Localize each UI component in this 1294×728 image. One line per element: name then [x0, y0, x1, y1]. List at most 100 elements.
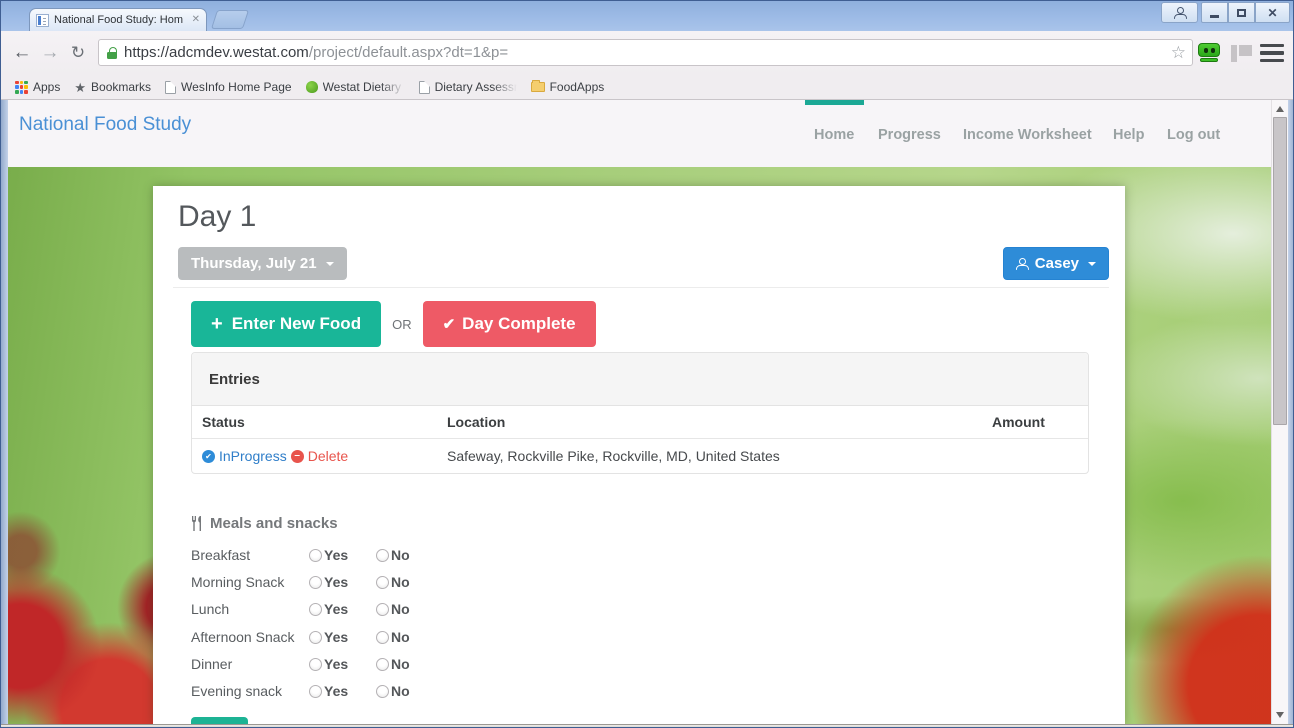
window-frame-left — [1, 100, 8, 724]
minimize-icon — [1210, 15, 1219, 18]
meal-row-lunch: Lunch Yes No — [191, 601, 410, 618]
bookmark-star-icon[interactable]: ☆ — [1171, 43, 1186, 63]
tab-favicon-icon — [36, 13, 49, 27]
entries-panel: Entries Status Location Amount ✔ InProgr… — [191, 352, 1089, 474]
star-icon: ★ — [74, 79, 87, 95]
chevron-down-icon — [325, 261, 334, 266]
meals-section-title: Meals and snacks — [191, 515, 338, 532]
date-dropdown-button[interactable]: Thursday, July 21 — [178, 247, 347, 280]
page-icon — [165, 80, 177, 94]
meal-row-breakfast: Breakfast Yes No — [191, 547, 410, 563]
title-bar: National Food Study: Hom ✕ ✕ — [1, 1, 1293, 31]
plus-icon: + — [211, 312, 223, 335]
column-amount: Amount — [992, 414, 1045, 430]
radio-breakfast-yes[interactable] — [309, 549, 322, 562]
check-circle-icon: ✔ — [202, 449, 215, 463]
radio-morning-snack-yes[interactable] — [309, 576, 322, 590]
back-button[interactable]: ← — [9, 40, 35, 66]
radio-dinner-yes[interactable] — [309, 657, 322, 671]
chrome-menu-button[interactable] — [1260, 44, 1284, 62]
bookmark-apps[interactable]: Apps — [15, 80, 60, 94]
delete-link[interactable]: Delete — [308, 448, 348, 464]
column-status: Status — [202, 414, 245, 430]
person-icon — [1173, 6, 1187, 19]
tab-title: National Food Study: Hom — [54, 14, 184, 26]
url-path: /project/default.aspx?dt=1&p= — [308, 44, 509, 61]
entry-amount — [982, 448, 1080, 464]
site-header: National Food Study Home Progress Income… — [8, 100, 1271, 167]
check-icon: ✔ — [442, 316, 456, 333]
new-tab-button[interactable] — [210, 10, 250, 29]
save-button-partial[interactable] — [191, 717, 248, 724]
tab-close-icon[interactable]: ✕ — [192, 15, 200, 25]
divider — [173, 287, 1109, 288]
active-nav-indicator — [805, 100, 864, 105]
site-brand[interactable]: National Food Study — [19, 114, 191, 136]
browser-window: National Food Study: Hom ✕ ✕ ← → ↻ https… — [0, 0, 1294, 728]
bookmark-wesinfo[interactable]: WesInfo Home Page — [165, 80, 292, 94]
day-complete-button[interactable]: ✔ Day Complete — [422, 301, 596, 347]
radio-lunch-yes[interactable] — [309, 603, 322, 617]
profile-button[interactable] — [1161, 2, 1198, 23]
maximize-icon — [1237, 8, 1246, 17]
meal-row-afternoon-snack: Afternoon Snack Yes No — [191, 628, 410, 645]
close-icon: ✕ — [1267, 5, 1278, 20]
scroll-down-icon[interactable] — [1276, 712, 1284, 718]
radio-dinner-no[interactable] — [376, 657, 389, 671]
inprogress-link[interactable]: InProgress — [219, 448, 287, 464]
meal-row-dinner: Dinner Yes No — [191, 655, 410, 672]
meal-row-morning-snack: Morning Snack Yes No — [191, 574, 410, 591]
page-scrollbar[interactable] — [1271, 100, 1288, 724]
user-dropdown-button[interactable]: Casey — [1002, 247, 1109, 280]
window-frame-bottom — [1, 724, 1293, 727]
radio-evening-snack-yes[interactable] — [309, 684, 322, 698]
https-padlock-icon[interactable] — [107, 46, 117, 59]
minus-circle-icon: – — [290, 449, 304, 463]
or-label: OR — [392, 316, 412, 332]
nav-income-worksheet[interactable]: Income Worksheet — [963, 127, 1092, 143]
bookmark-bookmarks[interactable]: ★ Bookmarks — [74, 80, 151, 94]
browser-toolbar: ← → ↻ https://adcmdev.westat.com/project… — [1, 31, 1293, 75]
bookmark-foodapps-folder[interactable]: FoodApps — [530, 80, 604, 94]
extension-roboform-icon[interactable] — [1198, 43, 1220, 64]
radio-afternoon-snack-yes[interactable] — [309, 630, 322, 644]
scroll-up-icon[interactable] — [1276, 106, 1284, 112]
bookmark-dietary-assessment[interactable]: Dietary Assessment Te — [418, 80, 517, 94]
radio-morning-snack-no[interactable] — [376, 576, 389, 590]
window-frame-right — [1288, 100, 1293, 724]
nav-help[interactable]: Help — [1113, 127, 1144, 143]
url-domain: https://adcmdev.westat.com — [124, 44, 309, 61]
nav-progress[interactable]: Progress — [878, 127, 941, 143]
scrollbar-thumb[interactable] — [1273, 117, 1287, 425]
column-location: Location — [447, 414, 506, 430]
entries-table-header: Status Location Amount — [192, 406, 1088, 439]
maximize-button[interactable] — [1228, 2, 1255, 23]
person-icon — [1015, 257, 1029, 270]
radio-lunch-no[interactable] — [376, 603, 389, 617]
cutlery-icon — [192, 516, 201, 531]
address-bar[interactable]: https://adcmdev.westat.com/project/defau… — [98, 39, 1193, 66]
forward-button[interactable]: → — [37, 40, 63, 66]
meal-row-evening-snack: Evening snack Yes No — [191, 682, 410, 699]
chevron-down-icon — [1088, 261, 1096, 266]
radio-afternoon-snack-no[interactable] — [376, 630, 389, 644]
meals-list: Breakfast Yes No Morning Snack Yes No Lu… — [191, 542, 591, 705]
nav-home[interactable]: Home — [814, 127, 854, 143]
radio-evening-snack-no[interactable] — [376, 684, 389, 698]
enter-new-food-button[interactable]: + Enter New Food — [191, 301, 382, 347]
radio-breakfast-no[interactable] — [376, 549, 389, 562]
extension-layout-icon[interactable] — [1231, 45, 1252, 62]
minimize-button[interactable] — [1201, 2, 1228, 23]
page-icon — [418, 80, 430, 94]
nav-log-out[interactable]: Log out — [1167, 127, 1220, 143]
close-button[interactable]: ✕ — [1255, 2, 1290, 23]
folder-icon — [530, 80, 545, 92]
browser-tab[interactable]: National Food Study: Hom ✕ — [29, 8, 207, 31]
entries-panel-title: Entries — [192, 353, 1088, 406]
apple-icon — [305, 81, 318, 93]
bookmark-westat-dietary-coders[interactable]: Westat Dietary Coders — [305, 80, 405, 94]
table-row: ✔ InProgress – Delete Safeway, Rockville… — [192, 439, 1088, 473]
reload-button[interactable]: ↻ — [65, 40, 91, 66]
content-card: Day 1 Thursday, July 21 Casey + Enter Ne… — [153, 186, 1125, 724]
url-text[interactable]: https://adcmdev.westat.com/project/defau… — [124, 44, 508, 61]
